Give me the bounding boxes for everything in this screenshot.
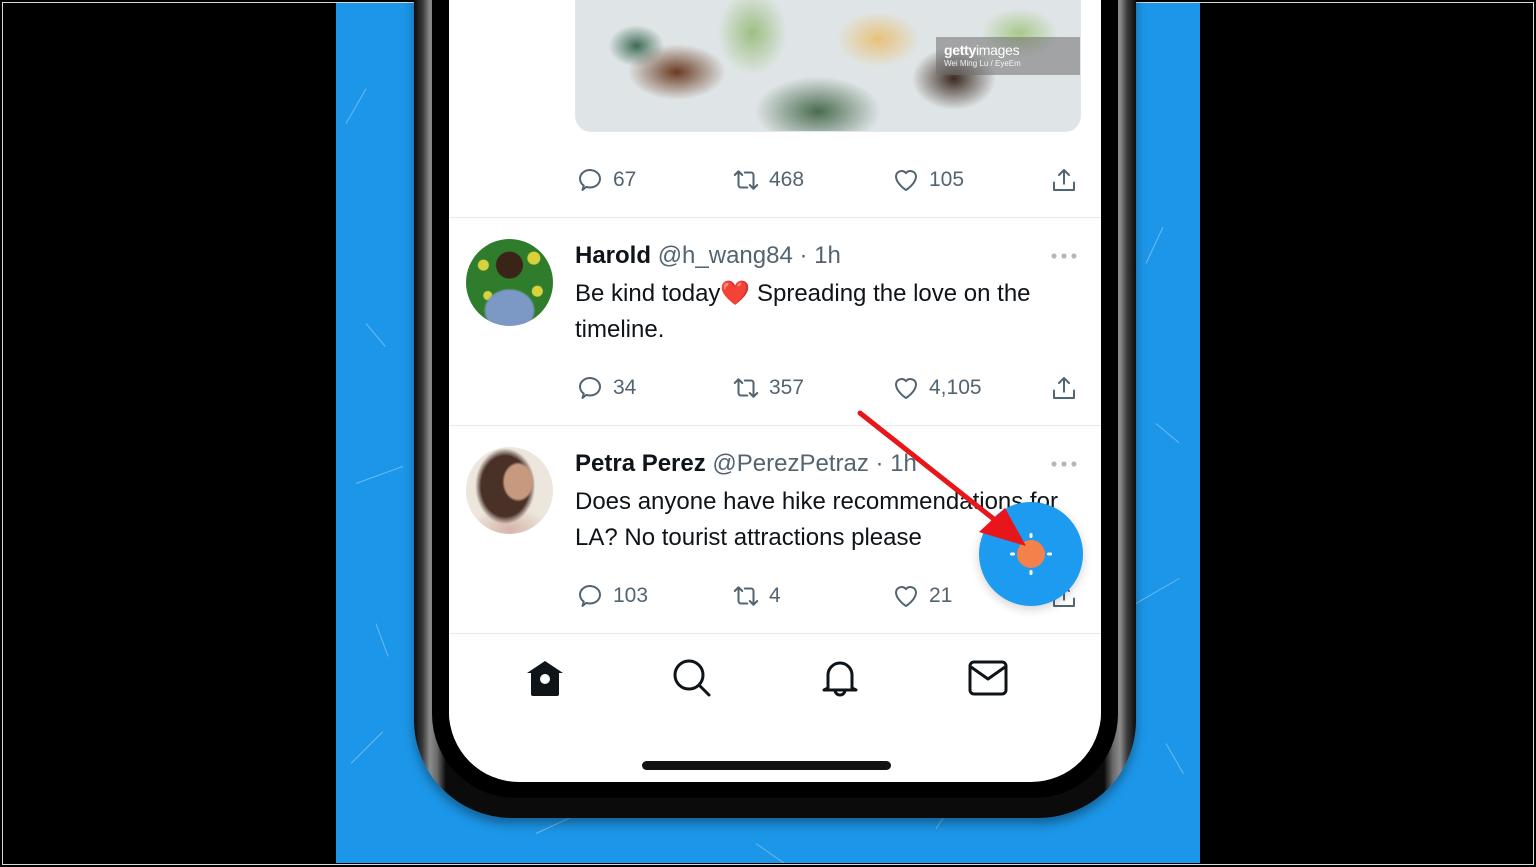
avatar-harold[interactable] — [466, 239, 553, 326]
reply-button[interactable]: 103 — [575, 581, 648, 611]
user-handle[interactable]: @h_wang84 — [658, 242, 793, 269]
nav-search[interactable] — [669, 655, 715, 701]
share-button[interactable] — [1049, 165, 1079, 195]
tweet-header: Petra Perez @PerezPetraz · 1h — [575, 450, 917, 478]
reply-count: 103 — [613, 584, 649, 607]
bottom-navigation — [449, 635, 1101, 725]
retweet-count: 468 — [769, 168, 805, 191]
watermark-brand: getty — [944, 42, 976, 58]
nav-messages[interactable] — [965, 655, 1011, 701]
tweet-header: Harold @h_wang84 · 1h — [575, 242, 841, 270]
reply-icon — [579, 585, 601, 607]
like-button[interactable]: 21 — [891, 581, 952, 611]
heart-icon — [895, 378, 917, 399]
display-name[interactable]: Petra Perez — [575, 450, 706, 477]
like-button[interactable]: 105 — [891, 165, 964, 195]
retweet-icon — [733, 378, 759, 398]
home-indicator[interactable] — [642, 761, 891, 770]
retweet-icon — [733, 170, 759, 190]
like-count: 105 — [929, 168, 965, 191]
heart-icon — [895, 586, 917, 607]
nav-notifications[interactable] — [817, 655, 863, 701]
share-icon — [1053, 377, 1075, 399]
share-button[interactable] — [1049, 373, 1079, 403]
more-options-icon[interactable] — [1049, 251, 1079, 261]
divider — [449, 633, 1101, 634]
retweet-count: 4 — [769, 584, 781, 607]
retweet-button[interactable]: 468 — [731, 165, 804, 195]
reply-count: 34 — [613, 376, 637, 399]
reply-button[interactable]: 67 — [575, 165, 636, 195]
retweet-button[interactable]: 4 — [731, 581, 781, 611]
nav-home[interactable] — [522, 655, 568, 701]
spaces-compose-icon — [1010, 533, 1052, 575]
bell-icon — [822, 661, 858, 697]
home-icon — [527, 661, 563, 696]
watermark-brand-rest: images — [975, 42, 1020, 58]
avatar-petra[interactable] — [466, 447, 553, 534]
separator: · — [799, 242, 808, 269]
tweet-text: Be kind today❤️ Spreading the love on th… — [575, 280, 1031, 343]
timestamp: 1h — [814, 242, 841, 269]
tweet-media-image[interactable]: gettyimages Wei Ming Lu / EyeEm — [575, 0, 1081, 132]
mail-icon — [968, 660, 1008, 696]
retweet-button[interactable]: 357 — [731, 373, 804, 403]
user-handle[interactable]: @PerezPetraz — [712, 450, 868, 477]
reply-count: 67 — [613, 168, 637, 191]
getty-watermark: gettyimages Wei Ming Lu / EyeEm — [936, 37, 1080, 75]
like-button[interactable]: 4,105 — [891, 373, 982, 403]
heart-icon — [895, 170, 917, 191]
timestamp: 1h — [890, 450, 917, 477]
retweet-count: 357 — [769, 376, 805, 399]
like-count: 21 — [929, 584, 953, 607]
twitter-app-screen: gettyimages Wei Ming Lu / EyeEm 67 468 1… — [449, 0, 1101, 782]
tweet-actions: 67 468 105 — [575, 165, 1081, 195]
reply-icon — [579, 377, 601, 399]
search-icon — [673, 659, 711, 697]
display-name[interactable]: Harold — [575, 242, 651, 269]
tweet-actions: 34 357 4,105 — [575, 373, 1081, 403]
reply-button[interactable]: 34 — [575, 373, 636, 403]
watermark-credit: Wei Ming Lu / EyeEm — [944, 59, 1021, 68]
reply-icon — [579, 169, 601, 191]
like-count: 4,105 — [929, 376, 982, 399]
spaces-fab-button[interactable] — [979, 502, 1083, 606]
separator: · — [875, 450, 884, 477]
share-icon — [1053, 169, 1075, 191]
more-options-icon[interactable] — [1049, 459, 1079, 469]
retweet-icon — [733, 586, 759, 606]
